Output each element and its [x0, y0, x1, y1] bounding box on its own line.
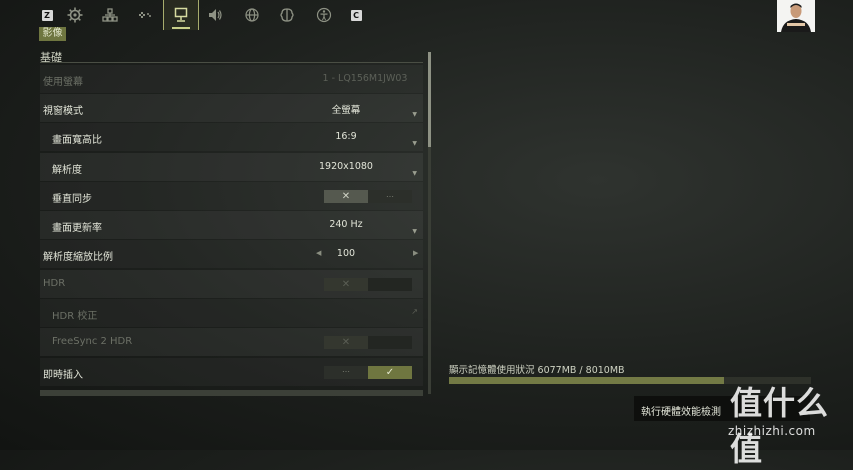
settings-scrollbar[interactable] — [428, 52, 431, 394]
tab-interface[interactable] — [93, 0, 127, 30]
gear-icon — [67, 7, 83, 23]
tab-audio[interactable] — [198, 0, 232, 30]
setting-label: 畫面更新率 — [52, 223, 102, 234]
run-benchmark-label: 執行硬體效能檢測 — [641, 407, 721, 418]
tab-gameplay[interactable] — [270, 0, 304, 30]
setting-instant-replay: 即時插入 … ✓ — [40, 358, 423, 386]
display-icon — [174, 7, 188, 22]
watermark: 值什么值 zhizhizhi.com — [722, 378, 850, 468]
vram-usage-label: 顯示記憶體使用狀況 6077MB / 8010MB — [449, 365, 625, 376]
setting-resolution[interactable]: 解析度 1920x1080 ▼ — [40, 153, 423, 181]
setting-vsync: 垂直同步 ✕ … — [40, 182, 423, 210]
dropdown-arrow-icon: ▼ — [412, 170, 417, 177]
setting-hdr-calibration: HDR 校正 ↗ — [40, 299, 423, 327]
vsync-toggle[interactable]: ✕ … — [324, 190, 412, 203]
tab-accessibility[interactable] — [307, 0, 341, 30]
tab-video[interactable] — [163, 0, 199, 30]
toggle-off-slot: … — [342, 365, 350, 374]
tab-general[interactable] — [58, 0, 92, 30]
toggle-off-icon: ✕ — [324, 278, 368, 291]
increase-arrow-icon[interactable]: ▶ — [413, 249, 418, 257]
freesync-toggle: ✕ — [324, 336, 412, 349]
setting-label: 垂直同步 — [52, 194, 92, 205]
setting-value: 1920x1080 — [319, 161, 373, 172]
dropdown-arrow-icon: ▼ — [412, 140, 417, 147]
section-divider — [40, 62, 423, 63]
setting-aspect-ratio[interactable]: 畫面寬高比 16:9 ▼ — [40, 123, 423, 151]
settings-tab-bar: Z C — [0, 0, 430, 30]
setting-label: 使用螢幕 — [43, 77, 83, 88]
setting-value: 1 - LQ156M1JW03 — [322, 73, 408, 84]
hdr-toggle: ✕ — [324, 278, 412, 291]
gamepad-icon — [139, 12, 151, 18]
list-overflow-row — [40, 390, 423, 396]
accessibility-icon — [316, 7, 332, 23]
category-label: 影像 — [39, 27, 66, 41]
setting-label: 視窗模式 — [43, 106, 83, 117]
toggle-on-slot: … — [386, 190, 394, 199]
setting-value: 全螢幕 — [331, 105, 361, 116]
setting-refresh-rate[interactable]: 畫面更新率 240 Hz ▼ — [40, 211, 423, 239]
toggle-off-icon: ✕ — [324, 190, 368, 203]
network-icon — [102, 8, 118, 22]
player-avatar[interactable] — [777, 0, 815, 32]
setting-label: HDR — [43, 278, 66, 289]
setting-label: 解析度縮放比例 — [43, 252, 113, 263]
setting-value: 240 Hz — [329, 219, 363, 230]
key-c-icon: C — [350, 9, 362, 21]
toggle-on-slot — [368, 336, 412, 349]
toggle-on-slot — [368, 278, 412, 291]
setting-value: 16:9 — [335, 131, 357, 142]
setting-label: 解析度 — [52, 165, 82, 176]
setting-monitor: 使用螢幕 1 - LQ156M1JW03 — [40, 65, 423, 93]
checkmark-icon: ✓ — [368, 366, 412, 379]
setting-hdr: HDR ✕ — [40, 270, 423, 298]
globe-icon — [245, 8, 259, 22]
setting-label: HDR 校正 — [52, 311, 98, 322]
setting-label: 畫面寬高比 — [52, 135, 102, 146]
brain-icon — [280, 8, 294, 22]
watermark-domain: zhizhizhi.com — [728, 424, 816, 438]
tab-language[interactable] — [235, 0, 269, 30]
instant-replay-toggle[interactable]: … ✓ — [324, 366, 412, 379]
tab-controls[interactable] — [128, 0, 162, 30]
key-z-icon: Z — [41, 9, 53, 21]
setting-resolution-scale: 解析度縮放比例 ◀ 100 ▶ — [40, 240, 423, 268]
dropdown-arrow-icon: ▼ — [412, 111, 417, 118]
scrollbar-thumb[interactable] — [428, 52, 431, 147]
dropdown-arrow-icon: ▼ — [412, 228, 417, 235]
setting-freesync: FreeSync 2 HDR ✕ — [40, 328, 423, 356]
avatar-icon — [777, 0, 815, 32]
external-link-icon: ↗ — [411, 307, 418, 316]
vram-usage-fill — [449, 377, 724, 384]
setting-value: 100 — [336, 248, 356, 259]
toggle-off-icon: ✕ — [324, 336, 368, 349]
setting-window-mode[interactable]: 視窗模式 全螢幕 ▼ — [40, 94, 423, 122]
tab-next-key[interactable]: C — [339, 0, 373, 30]
audio-icon — [209, 9, 222, 21]
setting-label: 即時插入 — [43, 370, 83, 381]
setting-label: FreeSync 2 HDR — [52, 336, 133, 347]
